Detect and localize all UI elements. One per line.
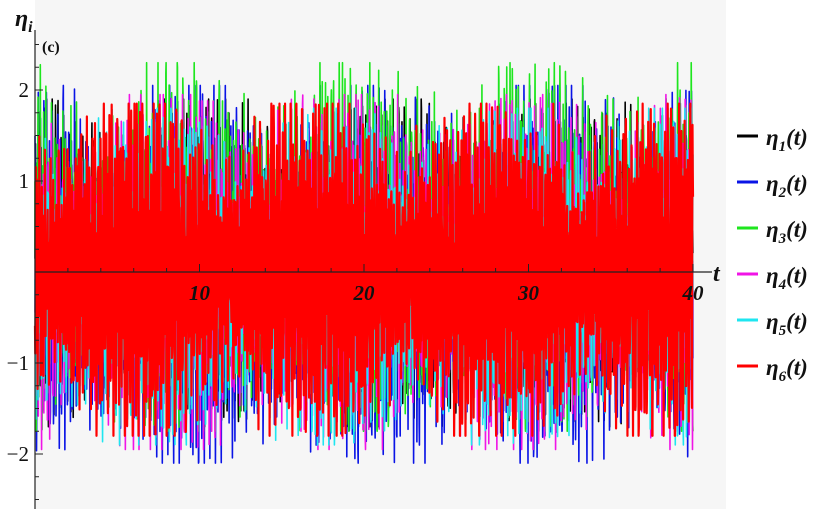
chart: 10 20 30 40−2−112 (c) ηi t η1(t)η2(t)η3(t)η… xyxy=(0,0,830,509)
x-tick-label: 10 xyxy=(189,281,211,305)
y-axis-title-sub: i xyxy=(28,19,33,36)
y-tick-label: −2 xyxy=(7,442,29,466)
x-tick-label: 20 xyxy=(353,281,376,305)
y-tick-label: −1 xyxy=(7,351,29,375)
y-axis-title-main: η xyxy=(15,6,28,32)
y-tick-label: 1 xyxy=(19,169,30,193)
x-tick-label: 40 xyxy=(682,281,705,305)
x-tick-label: 30 xyxy=(517,281,540,305)
y-tick-label: 2 xyxy=(19,78,30,102)
panel-label: (c) xyxy=(42,39,60,56)
